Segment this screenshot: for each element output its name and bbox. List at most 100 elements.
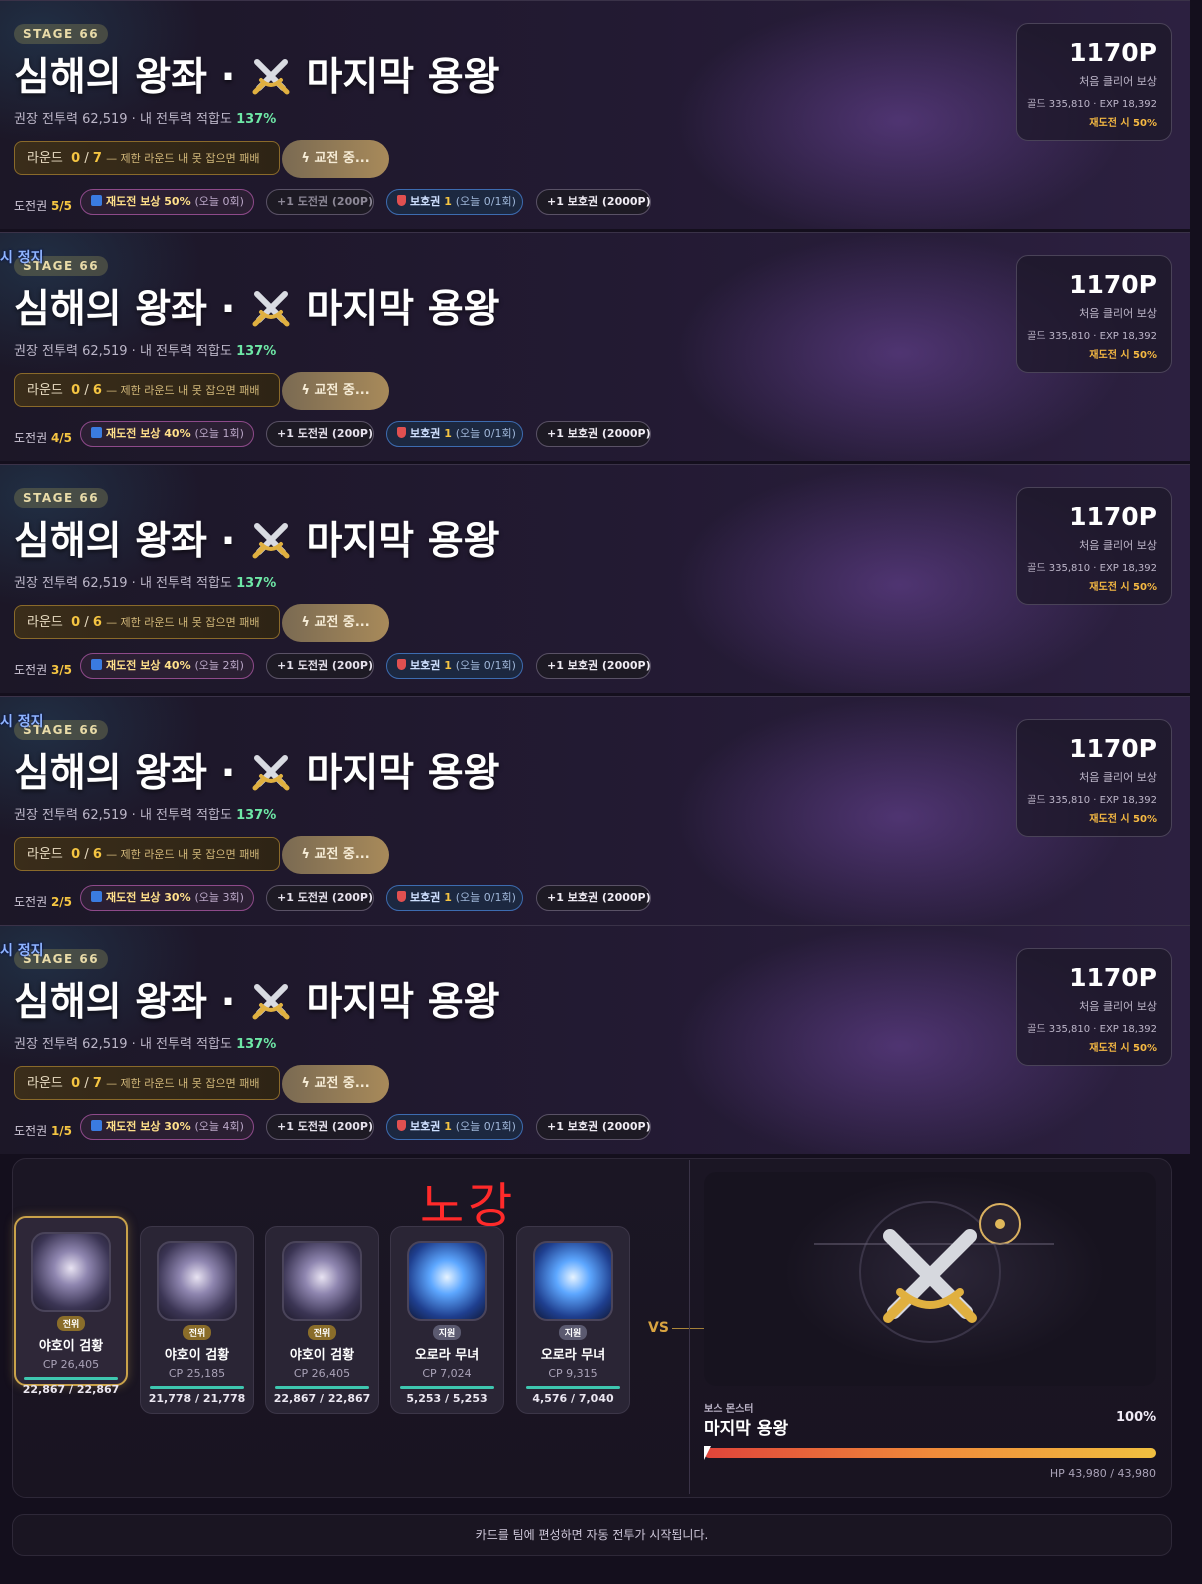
shield-today: (오늘 0/1회) (455, 427, 516, 440)
round-limit-text: — 제한 라운드 내 못 잡으면 패배 (106, 384, 260, 397)
title-part2: 마지막 용왕 (306, 751, 500, 796)
shield-icon (397, 195, 406, 206)
power-info: 권장 전투력 62,519 · 내 전투력 적합도 137% (14, 572, 276, 591)
stage-title: 심해의 왕좌 · 마지막 용왕 (14, 510, 500, 566)
ticket-count: 도전권 4/5 (14, 429, 72, 446)
character-cp: CP 9,315 (548, 1367, 598, 1380)
title-dot: · (220, 980, 236, 1025)
reward-points: 1170P (1069, 963, 1157, 992)
crossed-swords-icon (252, 984, 290, 1020)
buy-shield-button[interactable]: +1 보호권 (2000P) (536, 189, 651, 215)
buy-shield-button[interactable]: +1 보호권 (2000P) (536, 885, 651, 911)
fighting-button[interactable]: ϟ 교전 중... (282, 372, 389, 410)
fighting-button[interactable]: ϟ 교전 중... (282, 1065, 389, 1103)
shield-today: (오늘 0/1회) (455, 891, 516, 904)
title-part1: 심해의 왕좌 (14, 55, 207, 100)
first-clear-reward: 1170P 처음 클리어 보상 골드 335,810 · EXP 18,392 … (1016, 23, 1172, 141)
retry-reward-label: 재도전 보상 (106, 891, 161, 904)
round-status: 라운드 0 / 6 — 제한 라운드 내 못 잡으면 패배 (14, 837, 280, 871)
stage-title: 심해의 왕좌 · 마지막 용왕 (14, 971, 500, 1027)
retry-reward-percent: 30% (164, 1120, 191, 1133)
role-badge: 전위 (56, 1316, 86, 1331)
retry-reward-label: 재도전 보상 (106, 427, 161, 440)
ticket-label: 도전권 (14, 199, 48, 213)
fighting-button[interactable]: ϟ 교전 중... (282, 604, 389, 642)
buy-shield-button[interactable]: +1 보호권 (2000P) (536, 653, 651, 679)
character-portrait (31, 1232, 111, 1312)
retry-today: (오늘 2회) (194, 659, 244, 672)
fighting-button-label: 교전 중... (314, 383, 370, 398)
round-current: 0 (71, 1076, 81, 1091)
buy-shield-button[interactable]: +1 보호권 (2000P) (536, 421, 651, 447)
lightning-icon: ϟ (301, 151, 310, 166)
round-max: 7 (92, 151, 102, 166)
fighting-button[interactable]: ϟ 교전 중... (282, 836, 389, 874)
shield-chip: 보호권 1 (오늘 0/1회) (386, 653, 523, 679)
crossed-swords-icon (252, 523, 290, 559)
character-portrait (282, 1241, 362, 1321)
round-limit-text: — 제한 라운드 내 못 잡으면 패배 (106, 848, 260, 861)
reward-label: 처음 클리어 보상 (1079, 307, 1157, 320)
pause-label: 시 정지 (0, 714, 44, 730)
fighting-button[interactable]: ϟ 교전 중... (282, 140, 389, 178)
footer-hint: 카드를 팀에 편성하면 자동 전투가 시작됩니다. (12, 1514, 1172, 1556)
fitness-percent: 137% (236, 112, 277, 127)
reward-label: 처음 클리어 보상 (1079, 75, 1157, 88)
round-current: 0 (71, 383, 81, 398)
character-hp-bar (275, 1386, 369, 1389)
fighting-button-label: 교전 중... (314, 1076, 370, 1091)
character-hp-bar (150, 1386, 244, 1389)
ticket-label: 도전권 (14, 663, 48, 677)
buy-shield-button[interactable]: +1 보호권 (2000P) (536, 1114, 651, 1140)
round-status: 라운드 0 / 7 — 제한 라운드 내 못 잡으면 패배 (14, 141, 280, 175)
stage-title: 심해의 왕좌 · 마지막 용왕 (14, 742, 500, 798)
round-current: 0 (71, 847, 81, 862)
buy-ticket-button[interactable]: +1 도전권 (200P) (266, 885, 374, 911)
boss-hp-percent: 100% (1116, 1410, 1157, 1425)
shield-label: 보호권 (410, 659, 441, 672)
reward-retry-rate: 재도전 시 50% (1089, 1043, 1157, 1054)
title-dot: · (220, 519, 236, 564)
shield-icon (397, 891, 406, 902)
round-status: 라운드 0 / 6 — 제한 라운드 내 못 잡으면 패배 (14, 605, 280, 639)
round-limit-text: — 제한 라운드 내 못 잡으면 패배 (106, 1077, 260, 1090)
retry-today: (오늘 3회) (194, 891, 244, 904)
recommended-power: 권장 전투력 62,519 · 내 전투력 적합도 (14, 344, 232, 359)
reward-detail: 골드 335,810 · EXP 18,392 (1027, 99, 1157, 110)
power-info: 권장 전투력 62,519 · 내 전투력 적합도 137% (14, 1033, 276, 1052)
retry-today: (오늘 4회) (194, 1120, 244, 1133)
ticket-label: 도전권 (14, 431, 48, 445)
buy-ticket-button[interactable]: +1 도전권 (200P) (266, 421, 374, 447)
team-card[interactable]: 지원 오로라 무녀 CP 9,315 4,576 / 7,040 (516, 1226, 630, 1414)
buy-ticket-button[interactable]: +1 도전권 (200P) (266, 653, 374, 679)
round-limit-text: — 제한 라운드 내 못 잡으면 패배 (106, 616, 260, 629)
lightning-icon: ϟ (301, 1076, 310, 1091)
round-separator: / (84, 847, 89, 862)
buy-ticket-button[interactable]: +1 도전권 (200P) (266, 189, 374, 215)
role-badge: 전위 (182, 1325, 212, 1340)
retry-reward-label: 재도전 보상 (106, 1120, 161, 1133)
character-name: 야호이 검황 (289, 1348, 355, 1363)
first-clear-reward: 1170P 처음 클리어 보상 골드 335,810 · EXP 18,392 … (1016, 948, 1172, 1066)
fighting-button-label: 교전 중... (314, 151, 370, 166)
character-hp-bar (24, 1377, 118, 1380)
title-part2: 마지막 용왕 (306, 287, 500, 332)
shield-count: 1 (444, 891, 452, 904)
buy-ticket-button[interactable]: +1 도전권 (200P) (266, 1114, 374, 1140)
character-hp: 4,576 / 7,040 (532, 1392, 614, 1405)
fitness-percent: 137% (236, 1037, 277, 1052)
reward-points: 1170P (1069, 270, 1157, 299)
round-separator: / (84, 1076, 89, 1091)
retry-reward-percent: 40% (164, 427, 191, 440)
pause-label: 시 정지 (0, 943, 44, 959)
team-card[interactable]: 전위 야호이 검황 CP 26,405 22,867 / 22,867 (265, 1226, 379, 1414)
character-name: 오로라 무녀 (540, 1348, 606, 1363)
boss-name: 마지막 용왕 (704, 1419, 789, 1439)
reward-detail: 골드 335,810 · EXP 18,392 (1027, 331, 1157, 342)
reward-detail: 골드 335,810 · EXP 18,392 (1027, 795, 1157, 806)
team-card[interactable]: 전위 야호이 검황 CP 25,185 21,778 / 21,778 (140, 1226, 254, 1414)
team-card[interactable]: 전위 야호이 검황 CP 26,405 22,867 / 22,867 (14, 1216, 128, 1396)
title-part2: 마지막 용왕 (306, 55, 500, 100)
round-label: 라운드 (27, 615, 63, 630)
team-card[interactable]: 지원 오로라 무녀 CP 7,024 5,253 / 5,253 (390, 1226, 504, 1414)
